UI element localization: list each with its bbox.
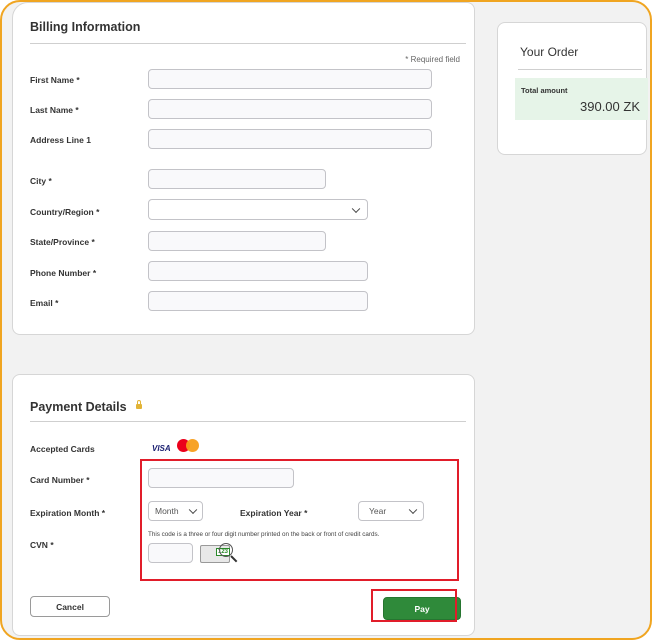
accepted-cards-label: Accepted Cards bbox=[30, 444, 95, 454]
city-label: City * bbox=[30, 176, 52, 186]
state-label: State/Province * bbox=[30, 237, 95, 247]
total-box: Total amount 390.00 ZK bbox=[515, 78, 648, 120]
billing-title: Billing Information bbox=[30, 20, 141, 34]
first-name-field[interactable] bbox=[148, 69, 432, 89]
divider bbox=[30, 421, 466, 422]
order-title: Your Order bbox=[520, 45, 579, 59]
divider bbox=[518, 69, 642, 70]
visa-logo: VISA bbox=[152, 444, 171, 453]
email-field[interactable] bbox=[148, 291, 368, 311]
total-amount-value: 390.00 ZK bbox=[580, 99, 640, 114]
cancel-button[interactable]: Cancel bbox=[30, 596, 110, 617]
card-details-highlight bbox=[140, 459, 459, 581]
country-select[interactable] bbox=[148, 199, 368, 220]
mastercard-logo bbox=[177, 439, 199, 452]
state-field[interactable] bbox=[148, 231, 326, 251]
address-line-1-label: Address Line 1 bbox=[30, 135, 91, 145]
last-name-label: Last Name * bbox=[30, 105, 79, 115]
phone-field[interactable] bbox=[148, 261, 368, 281]
last-name-field[interactable] bbox=[148, 99, 432, 119]
address-line-1-field[interactable] bbox=[148, 129, 432, 149]
divider bbox=[30, 43, 466, 44]
city-field[interactable] bbox=[148, 169, 326, 189]
first-name-label: First Name * bbox=[30, 75, 80, 85]
exp-month-label: Expiration Month * bbox=[30, 508, 106, 518]
total-amount-label: Total amount bbox=[521, 86, 568, 95]
pay-button-highlight bbox=[371, 589, 457, 622]
chevron-down-icon bbox=[351, 204, 361, 213]
lock-icon bbox=[136, 400, 142, 409]
phone-label: Phone Number * bbox=[30, 268, 97, 278]
order-card: Your Order Total amount 390.00 ZK bbox=[497, 22, 648, 155]
required-note: * Required field bbox=[405, 55, 460, 64]
country-label: Country/Region * bbox=[30, 207, 100, 217]
card-number-label: Card Number * bbox=[30, 475, 90, 485]
billing-card: Billing Information * Required field Fir… bbox=[12, 2, 475, 335]
cvn-label: CVN * bbox=[30, 540, 54, 550]
email-label: Email * bbox=[30, 298, 59, 308]
payment-title: Payment Details bbox=[30, 400, 127, 414]
checkout-frame: Billing Information * Required field Fir… bbox=[0, 0, 652, 640]
